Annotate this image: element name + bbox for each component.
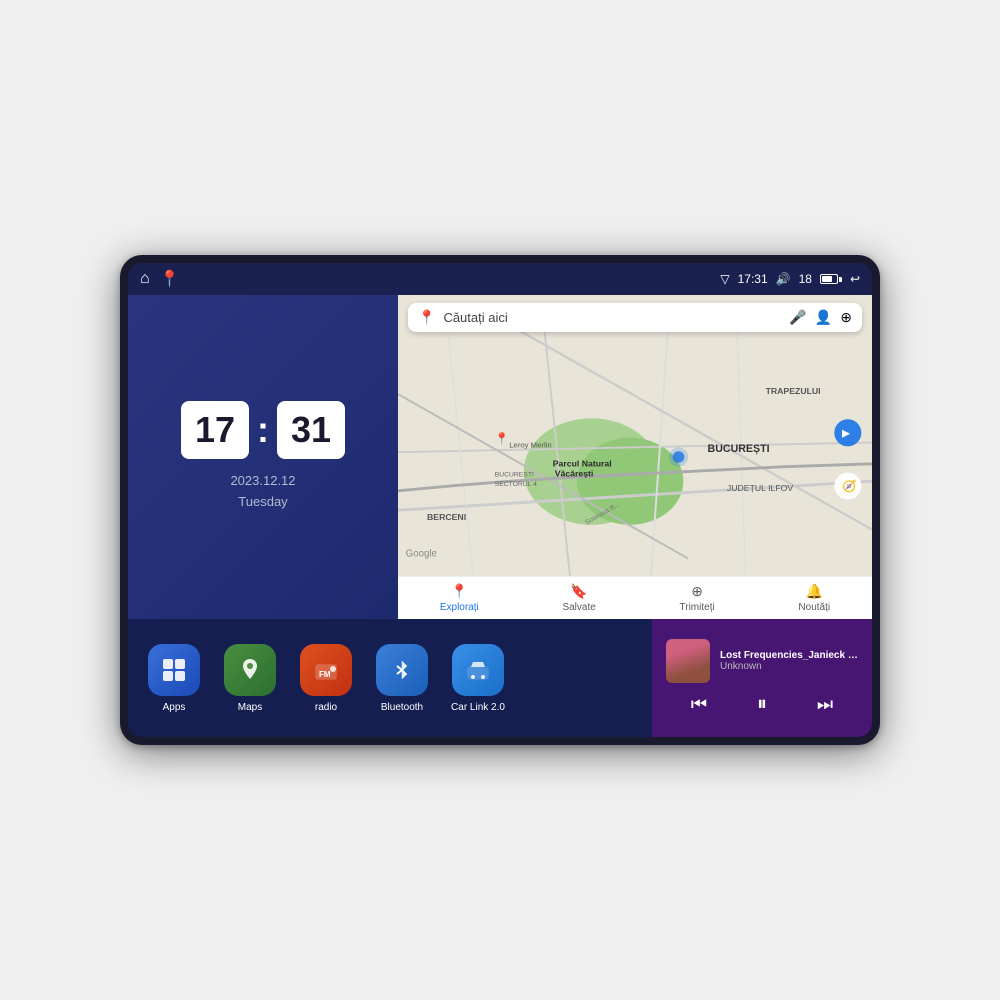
clock-widget: 17 : 31 2023.12.12 Tuesday (128, 295, 398, 619)
share-icon: ⊕ (691, 583, 703, 600)
volume-icon: 🔊 (776, 272, 791, 286)
map-nav-news[interactable]: 🔔 Noutăți (798, 583, 830, 613)
bluetooth-icon (376, 644, 428, 696)
back-icon[interactable]: ↩ (850, 272, 860, 286)
news-icon: 🔔 (806, 583, 823, 600)
map-background: Parcul Natural Văcărești BUCUREȘTI JUDEȚ… (398, 295, 872, 619)
status-left: ⌂ 📍 (140, 269, 180, 289)
signal-bars: 18 (799, 272, 812, 286)
svg-text:SECTORUL 4: SECTORUL 4 (495, 481, 537, 488)
map-nav-share[interactable]: ⊕ Trimiteți (680, 583, 715, 613)
map-widget[interactable]: Parcul Natural Văcărești BUCUREȘTI JUDEȚ… (398, 295, 872, 619)
apps-label: Apps (163, 702, 186, 713)
clock-minute: 31 (277, 401, 345, 459)
bluetooth-label: Bluetooth (381, 702, 423, 713)
map-pin-icon: 📍 (418, 309, 435, 326)
status-time: 17:31 (738, 272, 768, 286)
next-button[interactable]: ⏭ (809, 692, 841, 717)
radio-label: radio (315, 702, 337, 713)
explore-icon: 📍 (451, 583, 468, 600)
status-bar: ⌂ 📍 ▽ 17:31 🔊 18 ↩ (128, 263, 872, 295)
svg-text:Văcărești: Văcărești (555, 468, 594, 478)
music-top: Lost Frequencies_Janieck Devy-... Unknow… (666, 639, 858, 683)
account-icon[interactable]: 👤 (815, 309, 832, 326)
svg-text:JUDEȚUL ILFOV: JUDEȚUL ILFOV (727, 483, 793, 493)
mic-icon[interactable]: 🎤 (789, 309, 806, 326)
svg-text:FM: FM (319, 670, 331, 679)
signal-icon: ▽ (720, 272, 729, 286)
main-content: 17 : 31 2023.12.12 Tuesday (128, 295, 872, 737)
svg-text:BERCENI: BERCENI (427, 512, 466, 522)
svg-text:Google: Google (406, 549, 437, 560)
music-info: Lost Frequencies_Janieck Devy-... Unknow… (720, 650, 858, 672)
app-item-radio[interactable]: FM radio (296, 644, 356, 713)
app-item-apps[interactable]: Apps (144, 644, 204, 713)
app-item-bluetooth[interactable]: Bluetooth (372, 644, 432, 713)
maps-label: Maps (238, 702, 262, 713)
home-icon[interactable]: ⌂ (140, 270, 150, 288)
music-thumbnail (666, 639, 710, 683)
map-search-text[interactable]: Căutați aici (443, 310, 781, 325)
maps-icon (224, 644, 276, 696)
svg-text:📍: 📍 (495, 431, 509, 445)
music-title: Lost Frequencies_Janieck Devy-... (720, 650, 858, 661)
svg-text:Leroy Merlin: Leroy Merlin (509, 440, 551, 449)
clock-date: 2023.12.12 Tuesday (230, 471, 295, 513)
radio-icon: FM (300, 644, 352, 696)
map-search-bar[interactable]: 📍 Căutați aici 🎤 👤 ⊕ (408, 303, 862, 332)
play-pause-button[interactable]: ⏸ (749, 691, 775, 718)
clock-time: 17 : 31 (181, 401, 345, 459)
music-artist: Unknown (720, 661, 858, 672)
prev-button[interactable]: ⏮ (683, 692, 715, 717)
map-nav-saved[interactable]: 🔖 Salvate (562, 583, 595, 613)
status-right: ▽ 17:31 🔊 18 ↩ (720, 272, 860, 286)
music-controls: ⏮ ⏸ ⏭ (666, 691, 858, 718)
carlink-label: Car Link 2.0 (451, 702, 505, 713)
layers-icon[interactable]: ⊕ (840, 309, 852, 326)
car-head-unit: ⌂ 📍 ▽ 17:31 🔊 18 ↩ (120, 255, 880, 745)
app-grid: Apps Maps (128, 619, 652, 737)
map-nav-explore[interactable]: 📍 Explorați (440, 583, 479, 613)
carlink-icon (452, 644, 504, 696)
screen: ⌂ 📍 ▽ 17:31 🔊 18 ↩ (128, 263, 872, 737)
top-section: 17 : 31 2023.12.12 Tuesday (128, 295, 872, 619)
maps-shortcut-icon[interactable]: 📍 (160, 269, 180, 289)
apps-icon (148, 644, 200, 696)
bottom-section: Apps Maps (128, 619, 872, 737)
map-bottom-bar: 📍 Explorați 🔖 Salvate ⊕ Trimiteți (398, 576, 872, 619)
clock-colon: : (257, 409, 269, 451)
svg-text:🧭: 🧭 (842, 479, 856, 493)
clock-hour: 17 (181, 401, 249, 459)
saved-icon: 🔖 (570, 583, 587, 600)
music-player: Lost Frequencies_Janieck Devy-... Unknow… (652, 619, 872, 737)
svg-text:TRAPEZULUI: TRAPEZULUI (766, 386, 821, 396)
battery-icon (820, 274, 842, 284)
svg-text:Parcul Natural: Parcul Natural (553, 459, 612, 469)
svg-text:BUCUREȘTI: BUCUREȘTI (495, 471, 534, 478)
svg-text:BUCUREȘTI: BUCUREȘTI (708, 443, 770, 455)
app-item-carlink[interactable]: Car Link 2.0 (448, 644, 508, 713)
app-item-maps[interactable]: Maps (220, 644, 280, 713)
svg-text:▶: ▶ (842, 428, 851, 440)
